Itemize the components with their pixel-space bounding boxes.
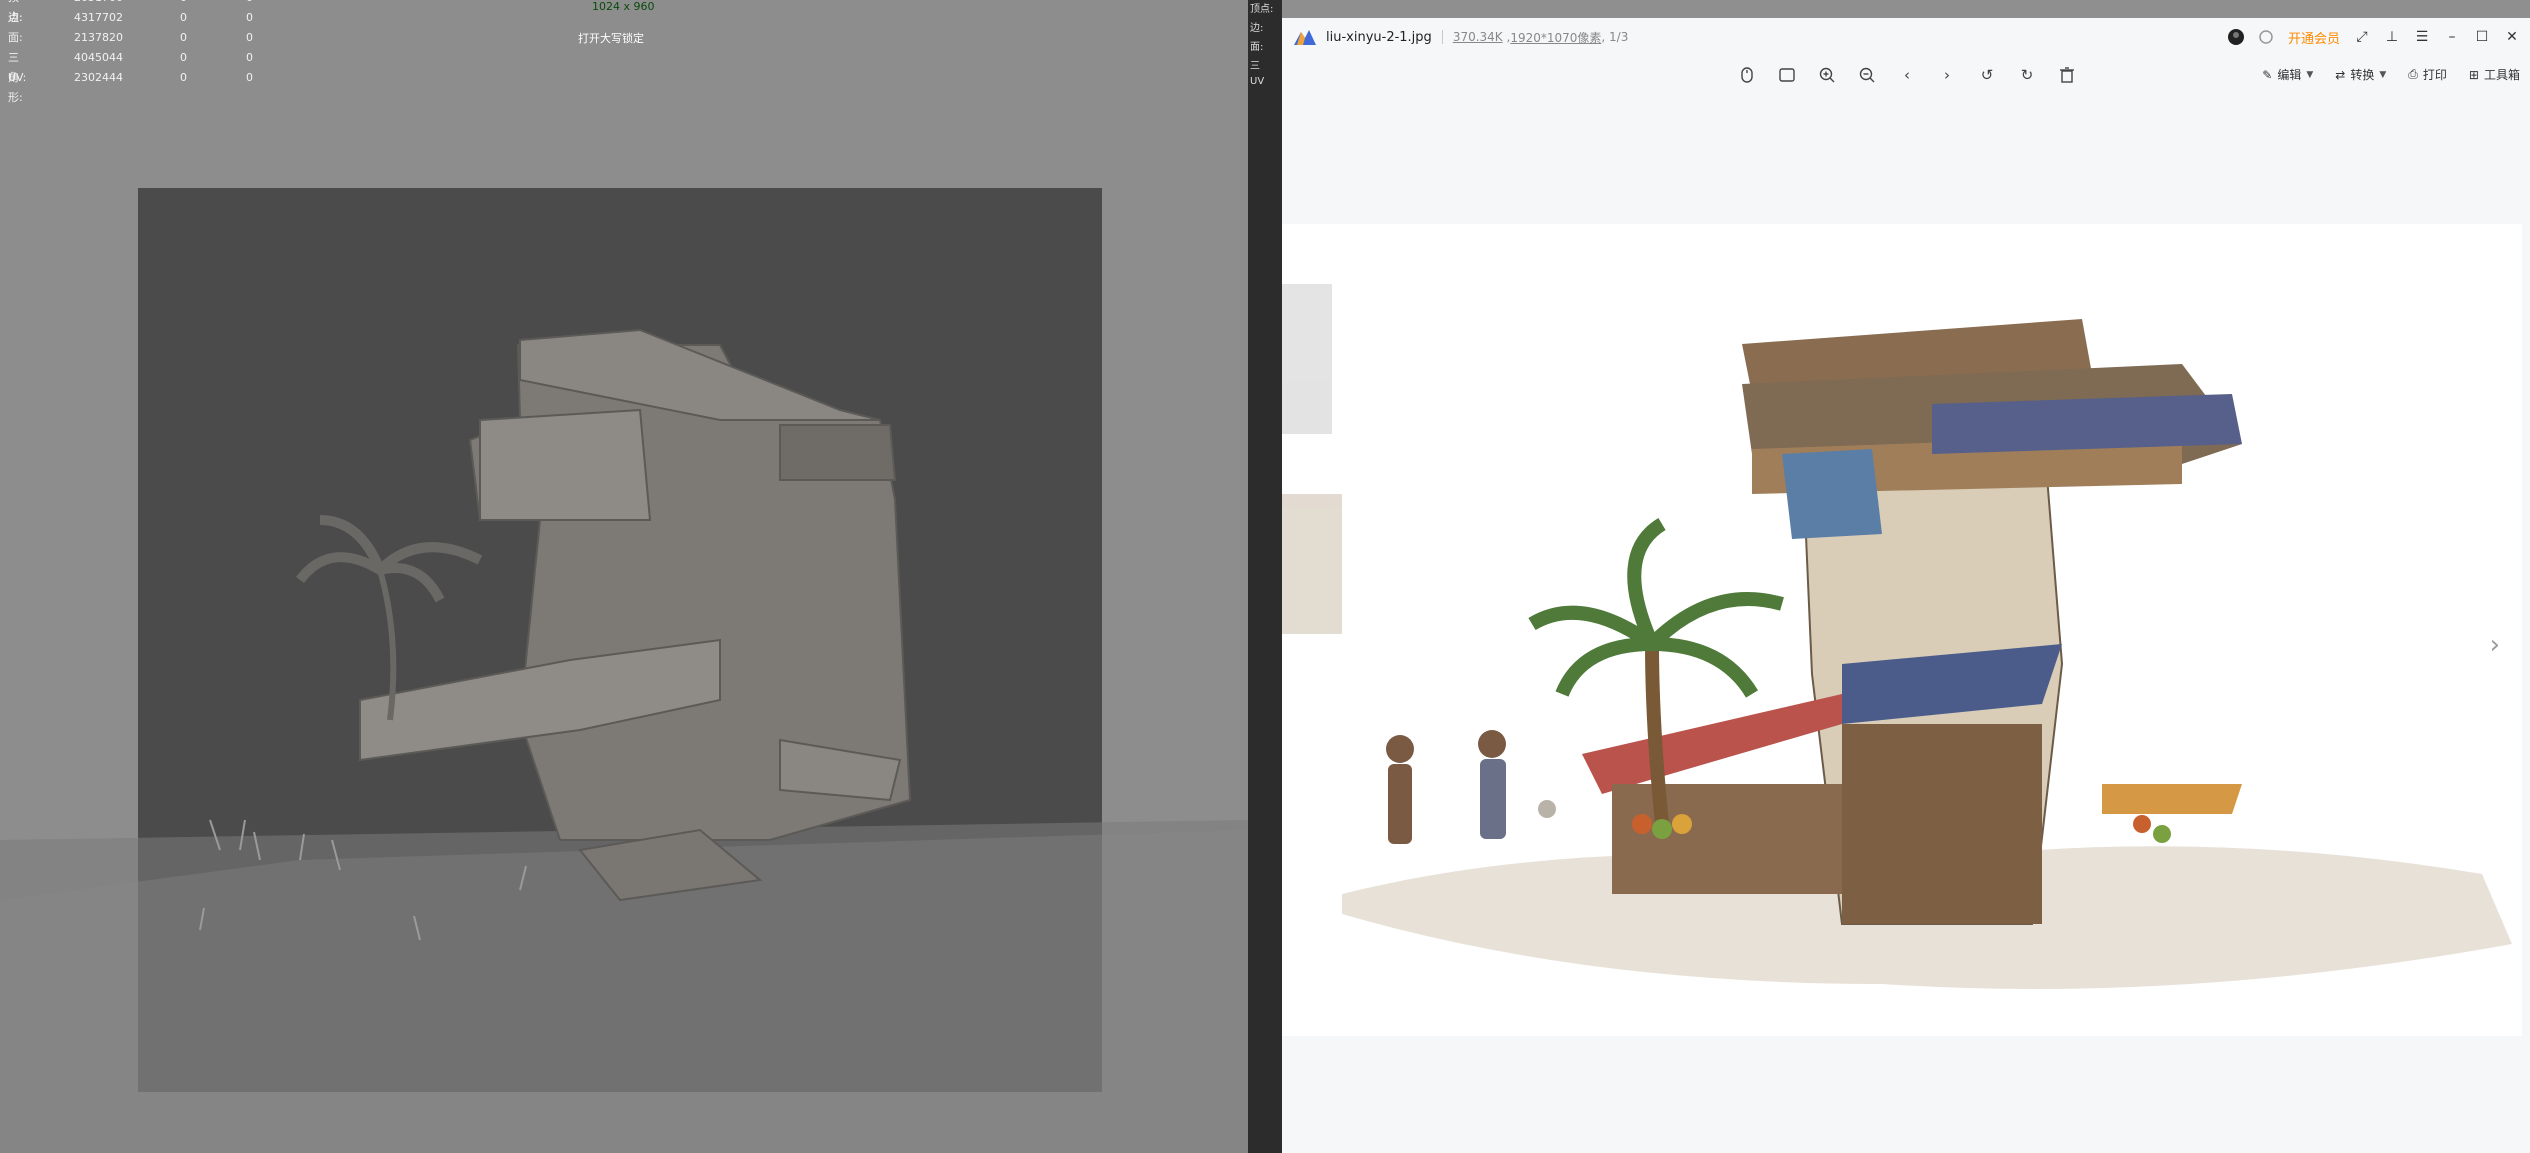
delete-icon[interactable] <box>2058 66 2076 84</box>
mouse-icon[interactable] <box>1738 66 1756 84</box>
rotate-right-icon[interactable]: ↻ <box>2018 66 2036 84</box>
maximize-icon[interactable]: ☐ <box>2474 29 2490 45</box>
ghost-hud-line: 面: <box>1250 42 1264 53</box>
image-viewer-window[interactable]: liu-xinyu-2-1.jpg 370.34K , 1920*1070像素 … <box>1282 18 2530 1153</box>
viewer-titlebar[interactable]: liu-xinyu-2-1.jpg 370.34K , 1920*1070像素 … <box>1282 18 2530 56</box>
print-button[interactable]: ⎙ 打印 <box>2408 66 2447 83</box>
meta-separator <box>1441 30 1443 44</box>
avatar[interactable] <box>2227 29 2244 45</box>
chevron-down-icon: ▼ <box>2306 69 2314 80</box>
toolbox-button[interactable]: ⊞ 工具箱 <box>2469 66 2520 83</box>
vip-button[interactable]: 开通会员 <box>2288 28 2340 47</box>
rotate-left-icon[interactable]: ↺ <box>1978 66 1996 84</box>
image-position: 1/3 <box>1609 30 1629 44</box>
menu-icon[interactable]: ☰ <box>2414 29 2430 45</box>
print-label: 打印 <box>2422 68 2447 82</box>
next-image-arrow[interactable]: › <box>2490 630 2500 660</box>
edit-icon: ✎ <box>2262 67 2273 82</box>
split-divider[interactable]: 顶点: 边: 面: 三 UV <box>1248 0 1282 1153</box>
close-icon[interactable]: ✕ <box>2504 29 2520 45</box>
viewer-toolbar: ‹ › ↺ ↻ ✎ 编辑 ▼ ⇄ 转换 ▼ ⎙ 打印 ⊞ 工具箱 <box>1282 62 2530 96</box>
convert-icon: ⇄ <box>2335 67 2346 82</box>
edit-button[interactable]: ✎ 编辑 ▼ <box>2262 66 2313 83</box>
grid-icon: ⊞ <box>2468 67 2479 82</box>
printer-icon: ⎙ <box>2408 67 2418 81</box>
maya-viewport[interactable]: 顶点: 2051700 0 0 边: 4317702 0 0 面: 213782… <box>0 0 1248 1153</box>
fullscreen-icon[interactable]: ⤢ <box>2354 29 2370 45</box>
toolbox-label: 工具箱 <box>2483 68 2520 82</box>
mountain-logo-icon <box>1294 30 1316 45</box>
ghost-hud-line: 顶点: <box>1250 4 1274 15</box>
zoom-out-icon[interactable] <box>1858 66 1876 84</box>
image-canvas[interactable] <box>1282 224 2522 1036</box>
zoom-in-icon[interactable] <box>1818 66 1836 84</box>
next-icon[interactable]: › <box>1938 66 1956 84</box>
file-name: liu-xinyu-2-1.jpg <box>1326 29 1432 45</box>
ghost-hud-line: UV <box>1250 76 1265 87</box>
meta-comma: , <box>1502 30 1511 44</box>
ghost-hud-line: 边: <box>1250 23 1264 34</box>
minimize-icon[interactable]: – <box>2444 29 2460 45</box>
image-dimensions[interactable]: 1920*1070像素 <box>1510 29 1601 46</box>
convert-button[interactable]: ⇄ 转换 ▼ <box>2335 66 2386 83</box>
convert-label: 转换 <box>2350 68 2375 82</box>
prev-icon[interactable]: ‹ <box>1898 66 1916 84</box>
meta-comma: , <box>1601 30 1610 44</box>
fit-icon[interactable] <box>1778 66 1796 84</box>
edit-label: 编辑 <box>2277 68 2302 82</box>
chevron-down-icon: ▼ <box>2379 69 2387 80</box>
shield-icon[interactable] <box>2258 29 2274 45</box>
ghost-hud-line: 三 <box>1250 61 1260 72</box>
house-model <box>359 328 912 902</box>
pin-icon[interactable]: ⊥ <box>2384 29 2400 45</box>
file-size[interactable]: 370.34K <box>1453 30 1503 44</box>
concept-art-image <box>1282 284 2512 989</box>
scene-3d[interactable] <box>0 0 1248 1153</box>
neighbor-image-preview <box>1282 284 1342 634</box>
